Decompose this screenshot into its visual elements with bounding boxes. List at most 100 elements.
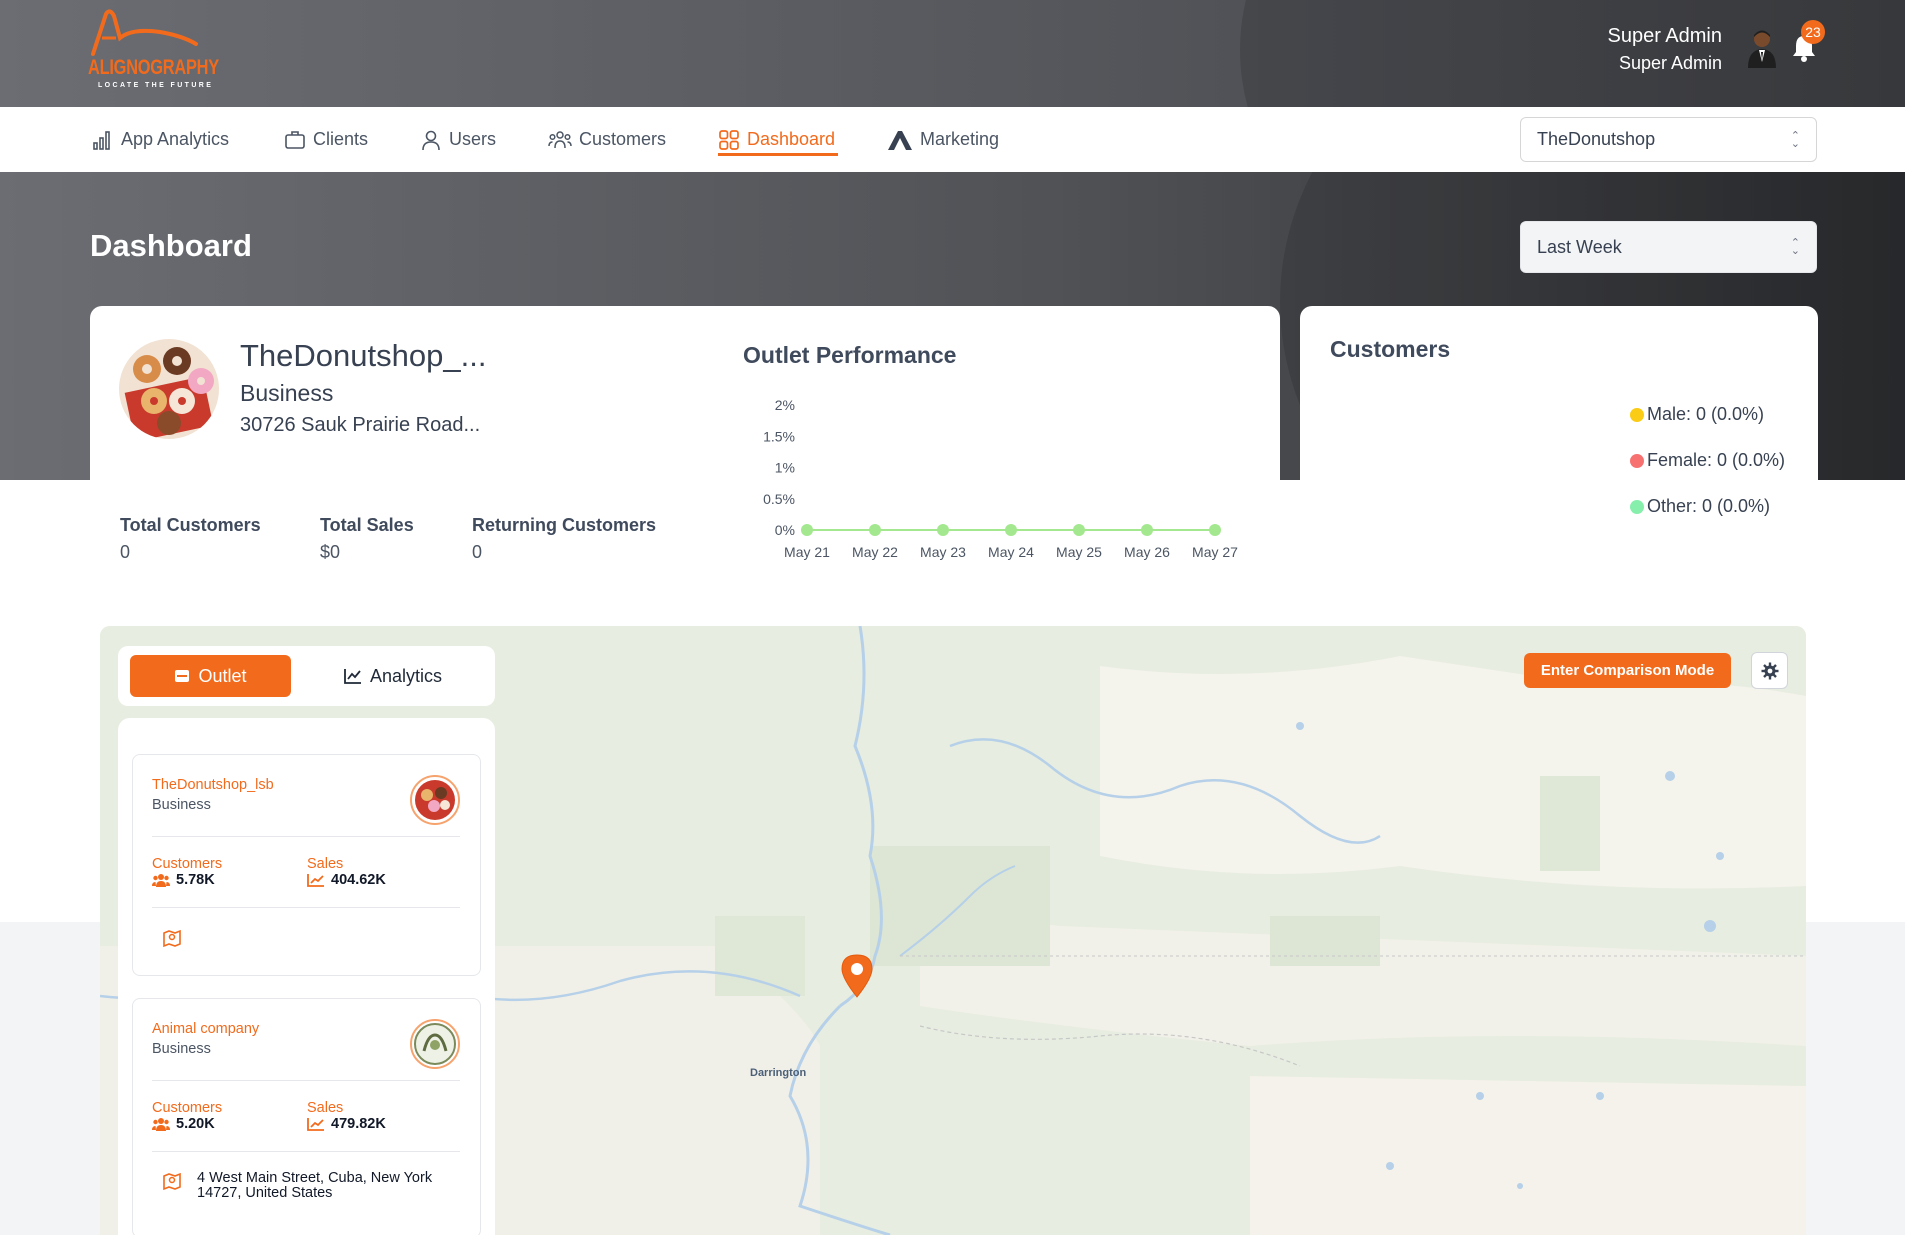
legend-female-label: Female: 0 (0.0%) <box>1647 450 1786 470</box>
outlet-card-sales-number: 404.62K <box>331 872 386 888</box>
nav-users-label: Users <box>449 129 497 149</box>
x-tick-label: May 22 <box>852 544 898 560</box>
stat-returning-customers-label: Returning Customers <box>472 515 657 535</box>
logo-text: ALIGNOGRAPHY <box>88 56 219 79</box>
x-tick-label: May 27 <box>1192 544 1238 560</box>
x-tick-label: May 26 <box>1124 544 1170 560</box>
data-point[interactable] <box>937 524 949 536</box>
outlet-card-logo <box>410 1019 460 1069</box>
outlet-card-divider <box>152 836 460 837</box>
outlet-card-sales-value: 479.82K <box>307 1116 386 1132</box>
legend-male: Male: 0 (0.0%) <box>1630 404 1764 425</box>
x-tick-label: May 24 <box>988 544 1034 560</box>
tab-outlet-label: Outlet <box>198 665 247 686</box>
x-tick-label: May 23 <box>920 544 966 560</box>
users-group-icon <box>548 130 572 148</box>
nav-customers[interactable]: Customers <box>548 107 666 172</box>
legend-other-label: Other: 0 (0.0%) <box>1647 496 1771 516</box>
outlet-card-divider <box>152 1151 460 1152</box>
outlet-card-customers-value: 5.20K <box>152 1116 215 1132</box>
users-icon <box>152 1118 170 1131</box>
page-title: Dashboard <box>90 228 252 263</box>
nav-marketing-label: Marketing <box>920 129 1000 149</box>
user-name: Super Admin <box>1607 25 1722 47</box>
outlet-card-name[interactable]: Animal company <box>152 1021 259 1037</box>
trend-up-icon <box>307 1118 324 1131</box>
legend-female: Female: 0 (0.0%) <box>1630 450 1785 471</box>
x-tick-label: May 21 <box>784 544 830 560</box>
data-point[interactable] <box>1005 524 1017 536</box>
nav-app-analytics[interactable]: App Analytics <box>92 107 229 172</box>
data-point[interactable] <box>1073 524 1085 536</box>
outlet-card-logo <box>410 775 460 825</box>
period-select-value: Last Week <box>1537 236 1622 257</box>
map-location-pin-icon[interactable] <box>839 952 875 998</box>
customers-card-title: Customers <box>1330 336 1451 362</box>
data-point[interactable] <box>1209 524 1221 536</box>
y-tick-label: 0% <box>775 522 795 538</box>
outlet-card-sales-label: Sales <box>307 1100 344 1116</box>
line-chart-icon <box>344 669 361 684</box>
user-icon <box>422 130 440 150</box>
x-tick-label: May 25 <box>1056 544 1102 560</box>
nav-clients[interactable]: Clients <box>284 107 368 172</box>
select-chevron-icon: ⌃ ⌄ <box>1790 129 1800 150</box>
tab-analytics-label: Analytics <box>369 665 443 686</box>
outlet-card-type: Business <box>152 797 211 813</box>
data-point[interactable] <box>1141 524 1153 536</box>
outlet-card[interactable]: TheDonutshop_lsb Business Customers 5.78… <box>132 754 481 976</box>
tab-analytics[interactable]: Analytics <box>308 655 478 697</box>
nav-active-underline <box>718 153 838 156</box>
stat-total-customers-label: Total Customers <box>120 515 261 535</box>
map-location-icon[interactable] <box>162 1171 182 1191</box>
business-select[interactable]: TheDonutshop ⌃ ⌄ <box>1520 117 1817 162</box>
outlet-card-divider <box>152 1080 460 1081</box>
outlet-card-name[interactable]: TheDonutshop_lsb <box>152 777 274 793</box>
marketing-logo-icon <box>888 130 912 150</box>
grid-icon <box>719 129 739 150</box>
map-view-tabs: Outlet Analytics <box>118 646 495 706</box>
map-location-icon[interactable] <box>162 928 182 948</box>
stat-total-sales-label: Total Sales <box>320 515 414 535</box>
legend-dot-male <box>1630 407 1644 422</box>
logo-tagline: LOCATE THE FUTURE <box>98 82 214 89</box>
period-select[interactable]: Last Week ⌃ ⌄ <box>1520 221 1817 273</box>
outlet-performance-chart: 0% 0.5% 1% 1.5% 2% May 21 May 22 May 23 May 24 Ma… <box>763 397 1238 560</box>
enter-comparison-mode-button[interactable]: Enter Comparison Mode <box>1524 653 1731 688</box>
nav-dashboard[interactable]: Dashboard <box>718 107 835 172</box>
nav-users[interactable]: Users <box>420 107 496 172</box>
outlet-card[interactable]: Animal company Business Customers 5.20K … <box>132 998 481 1235</box>
y-tick-label: 1% <box>775 460 795 476</box>
stat-total-sales-value: $0 <box>320 542 341 562</box>
legend-dot-female <box>1630 453 1644 468</box>
gear-icon <box>1761 662 1778 679</box>
outlet-card-sales-value: 404.62K <box>307 872 386 888</box>
nav-dashboard-label: Dashboard <box>747 129 836 149</box>
user-info[interactable]: Super Admin Super Admin <box>1607 24 1722 75</box>
users-icon <box>152 874 170 887</box>
outlet-card-sales-number: 479.82K <box>331 1116 386 1132</box>
main-nav: App Analytics Clients Users Customers Da… <box>0 107 1905 172</box>
briefcase-icon <box>285 130 305 149</box>
outlet-type: Business <box>240 380 334 406</box>
nav-marketing[interactable]: Marketing <box>887 107 999 172</box>
stat-total-customers-value: 0 <box>120 542 131 562</box>
data-point[interactable] <box>801 524 813 536</box>
user-avatar-icon[interactable] <box>1744 28 1780 68</box>
stat-returning-customers-value: 0 <box>472 542 483 562</box>
outlet-card-address: 4 West Main Street, Cuba, New York 14727… <box>197 1170 433 1201</box>
data-point[interactable] <box>869 524 881 536</box>
outlet-card-customers-label: Customers <box>152 856 223 872</box>
outlet-list-panel: TheDonutshop_lsb Business Customers 5.78… <box>118 718 495 1235</box>
outlet-card-customers-number: 5.78K <box>176 872 215 888</box>
user-role: Super Admin <box>1618 53 1722 73</box>
select-chevron-icon: ⌃ ⌄ <box>1790 237 1800 257</box>
outlet-card-customers-value: 5.78K <box>152 872 215 888</box>
outlet-card-customers-label: Customers <box>152 1100 223 1116</box>
tab-outlet[interactable]: Outlet <box>130 655 291 697</box>
alignography-logo[interactable]: ALIGNOGRAPHY LOCATE THE FUTURE <box>88 8 219 94</box>
y-tick-label: 0.5% <box>763 491 795 507</box>
y-tick-label: 1.5% <box>763 428 795 444</box>
outlet-name: TheDonutshop_... <box>240 338 487 373</box>
map-settings-button[interactable] <box>1751 652 1788 689</box>
